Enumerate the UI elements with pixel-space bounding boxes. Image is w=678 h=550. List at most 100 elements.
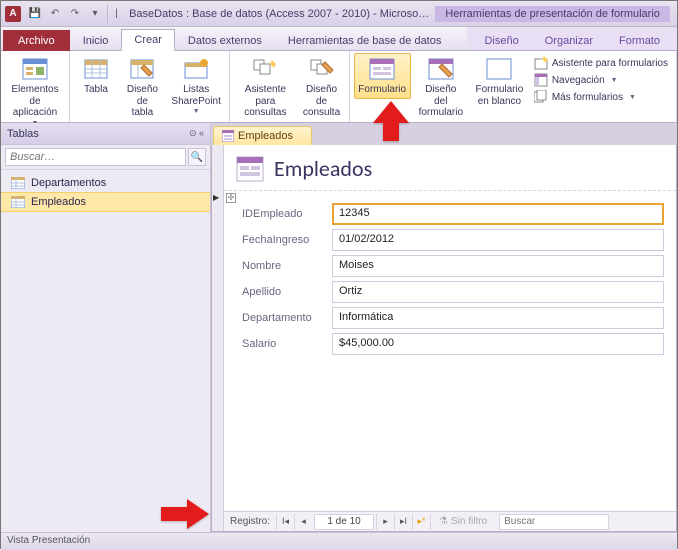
ribbon-group-plantillas: Elementos deaplicación ▼ Plantillas (1, 51, 70, 122)
recnav-filter[interactable]: ⚗Sin filtro (430, 514, 495, 530)
form-header-icon (236, 156, 264, 182)
btn-label: Diseño deconsulta (303, 84, 340, 119)
btn-label: ListasSharePoint (171, 84, 220, 107)
btn-label: Diseño delformulario (418, 84, 464, 119)
form-title: Empleados (274, 155, 372, 182)
nav-search-button[interactable]: 🔍 (188, 148, 206, 166)
query-wizard-icon (250, 56, 280, 82)
field-label: Nombre (236, 260, 332, 272)
navigation-pane: Tablas ⊙ « 🔍 Departamentos Empleados (1, 123, 211, 532)
nav-item-empleados[interactable]: Empleados (1, 192, 210, 212)
btn-mas-formularios[interactable]: Más formularios ▼ (532, 89, 670, 105)
form-icon (367, 56, 397, 82)
sharepoint-icon (181, 56, 211, 82)
tab-diseno[interactable]: Diseño (471, 30, 531, 51)
recnav-prev[interactable]: ◂ (294, 514, 312, 530)
tab-herramientas-bd[interactable]: Herramientas de base de datos (275, 30, 454, 51)
doc-tab-empleados[interactable]: Empleados (213, 126, 312, 145)
record-navigator: Registro: I◂ ◂ 1 de 10 ▸ ▸I ▸* ⚗Sin filt… (224, 511, 676, 531)
row-label: Más formularios (552, 92, 623, 103)
navigation-icon (534, 73, 548, 87)
recnav-position[interactable]: 1 de 10 (314, 514, 374, 530)
form-icon (222, 130, 234, 142)
nav-collapse-icon[interactable]: ⊙ « (189, 128, 204, 139)
field-label: FechaIngreso (236, 234, 332, 246)
record-selector[interactable] (212, 145, 224, 531)
tab-file[interactable]: Archivo (3, 30, 70, 51)
filter-icon: ⚗ (439, 516, 448, 527)
ribbon-group-consultas: Asistente paraconsultas Diseño deconsult… (230, 51, 349, 122)
nav-search-input[interactable] (5, 148, 186, 166)
layout-selector-icon[interactable]: ✢ (226, 193, 236, 203)
btn-label: Formulario (358, 84, 406, 96)
nav-title: Tablas (7, 128, 39, 140)
nav-item-label: Empleados (31, 196, 86, 208)
btn-listas-sharepoint[interactable]: ListasSharePoint ▼ (167, 53, 226, 119)
field-apellido[interactable]: Ortiz (332, 281, 664, 303)
btn-diseno-formulario[interactable]: Diseño delformulario (413, 53, 469, 122)
field-label: Departamento (236, 312, 332, 324)
btn-formulario-blanco[interactable]: Formularioen blanco (471, 53, 528, 110)
nav-search-row: 🔍 (1, 145, 210, 170)
qat-redo-icon[interactable]: ↷ (66, 5, 84, 23)
btn-tabla[interactable]: Tabla (74, 53, 118, 99)
btn-navegacion[interactable]: Navegación ▼ (532, 72, 670, 88)
field-nombre[interactable]: Moises (332, 255, 664, 277)
field-departamento[interactable]: Informática (332, 307, 664, 329)
tab-inicio[interactable]: Inicio (70, 30, 122, 51)
field-fechaingreso[interactable]: 01/02/2012 (332, 229, 664, 251)
btn-elementos-aplicacion[interactable]: Elementos deaplicación ▼ (5, 53, 65, 131)
ribbon-tabstrip: Archivo Inicio Crear Datos externos Herr… (1, 27, 677, 51)
nav-table-list: Departamentos Empleados (1, 170, 210, 216)
table-design-icon (127, 56, 157, 82)
btn-diseno-tabla[interactable]: Diseñode tabla (120, 53, 165, 122)
nav-item-label: Departamentos (31, 177, 106, 189)
document-tabs: Empleados (211, 123, 677, 145)
btn-formulario[interactable]: Formulario (354, 53, 411, 99)
recnav-next[interactable]: ▸ (376, 514, 394, 530)
btn-asistente-consultas[interactable]: Asistente paraconsultas (234, 53, 296, 122)
btn-label: Formularioen blanco (476, 84, 524, 107)
document-area: Empleados Empleados ✢ IDEmpleado12345 Fe… (211, 123, 677, 532)
recnav-search[interactable] (499, 514, 609, 530)
row-label: Navegación (552, 75, 605, 86)
table-icon (11, 196, 25, 208)
dropdown-icon: ▼ (193, 108, 200, 116)
doc-tab-label: Empleados (238, 130, 293, 142)
title-bar: A 💾 ↶ ↷ ▾ | BaseDatos : Base de datos (A… (1, 1, 677, 27)
recnav-new[interactable]: ▸* (412, 514, 430, 530)
status-bar: Vista Presentación (1, 532, 677, 550)
dropdown-icon: ▼ (611, 77, 618, 84)
recnav-first[interactable]: I◂ (276, 514, 294, 530)
tab-formato[interactable]: Formato (606, 30, 673, 51)
btn-label: Diseñode tabla (125, 84, 160, 119)
field-idempleado[interactable]: 12345 (332, 203, 664, 225)
btn-diseno-consulta[interactable]: Diseño deconsulta (298, 53, 345, 122)
qat-separator: | (107, 5, 125, 23)
table-icon (11, 177, 25, 189)
dropdown-icon: ▼ (629, 94, 636, 101)
tab-crear[interactable]: Crear (121, 29, 175, 51)
qat-customize-icon[interactable]: ▾ (86, 5, 104, 23)
field-label: IDEmpleado (236, 208, 332, 220)
ribbon-group-tablas: Tabla Diseñode tabla ListasSharePoint ▼ … (70, 51, 230, 122)
field-label: Salario (236, 338, 332, 350)
form-header: Empleados (224, 145, 676, 191)
btn-asistente-formularios[interactable]: Asistente para formularios (532, 55, 670, 71)
tab-organizar[interactable]: Organizar (532, 30, 606, 51)
tab-datos-externos[interactable]: Datos externos (175, 30, 275, 51)
nav-item-departamentos[interactable]: Departamentos (1, 174, 210, 192)
recnav-last[interactable]: ▸I (394, 514, 412, 530)
app-icon: A (5, 6, 21, 22)
field-salario[interactable]: $45,000.00 (332, 333, 664, 355)
filter-label: Sin filtro (451, 516, 487, 527)
qat-undo-icon[interactable]: ↶ (46, 5, 64, 23)
form-extras-column: Asistente para formularios Navegación ▼ … (530, 53, 672, 107)
more-forms-icon (534, 90, 548, 104)
callout-arrow-formulario (373, 101, 409, 141)
contextual-tab-group: Diseño Organizar Formato (467, 27, 677, 50)
table-icon (81, 56, 111, 82)
field-label: Apellido (236, 286, 332, 298)
nav-header[interactable]: Tablas ⊙ « (1, 123, 210, 145)
qat-save-icon[interactable]: 💾 (26, 5, 44, 23)
